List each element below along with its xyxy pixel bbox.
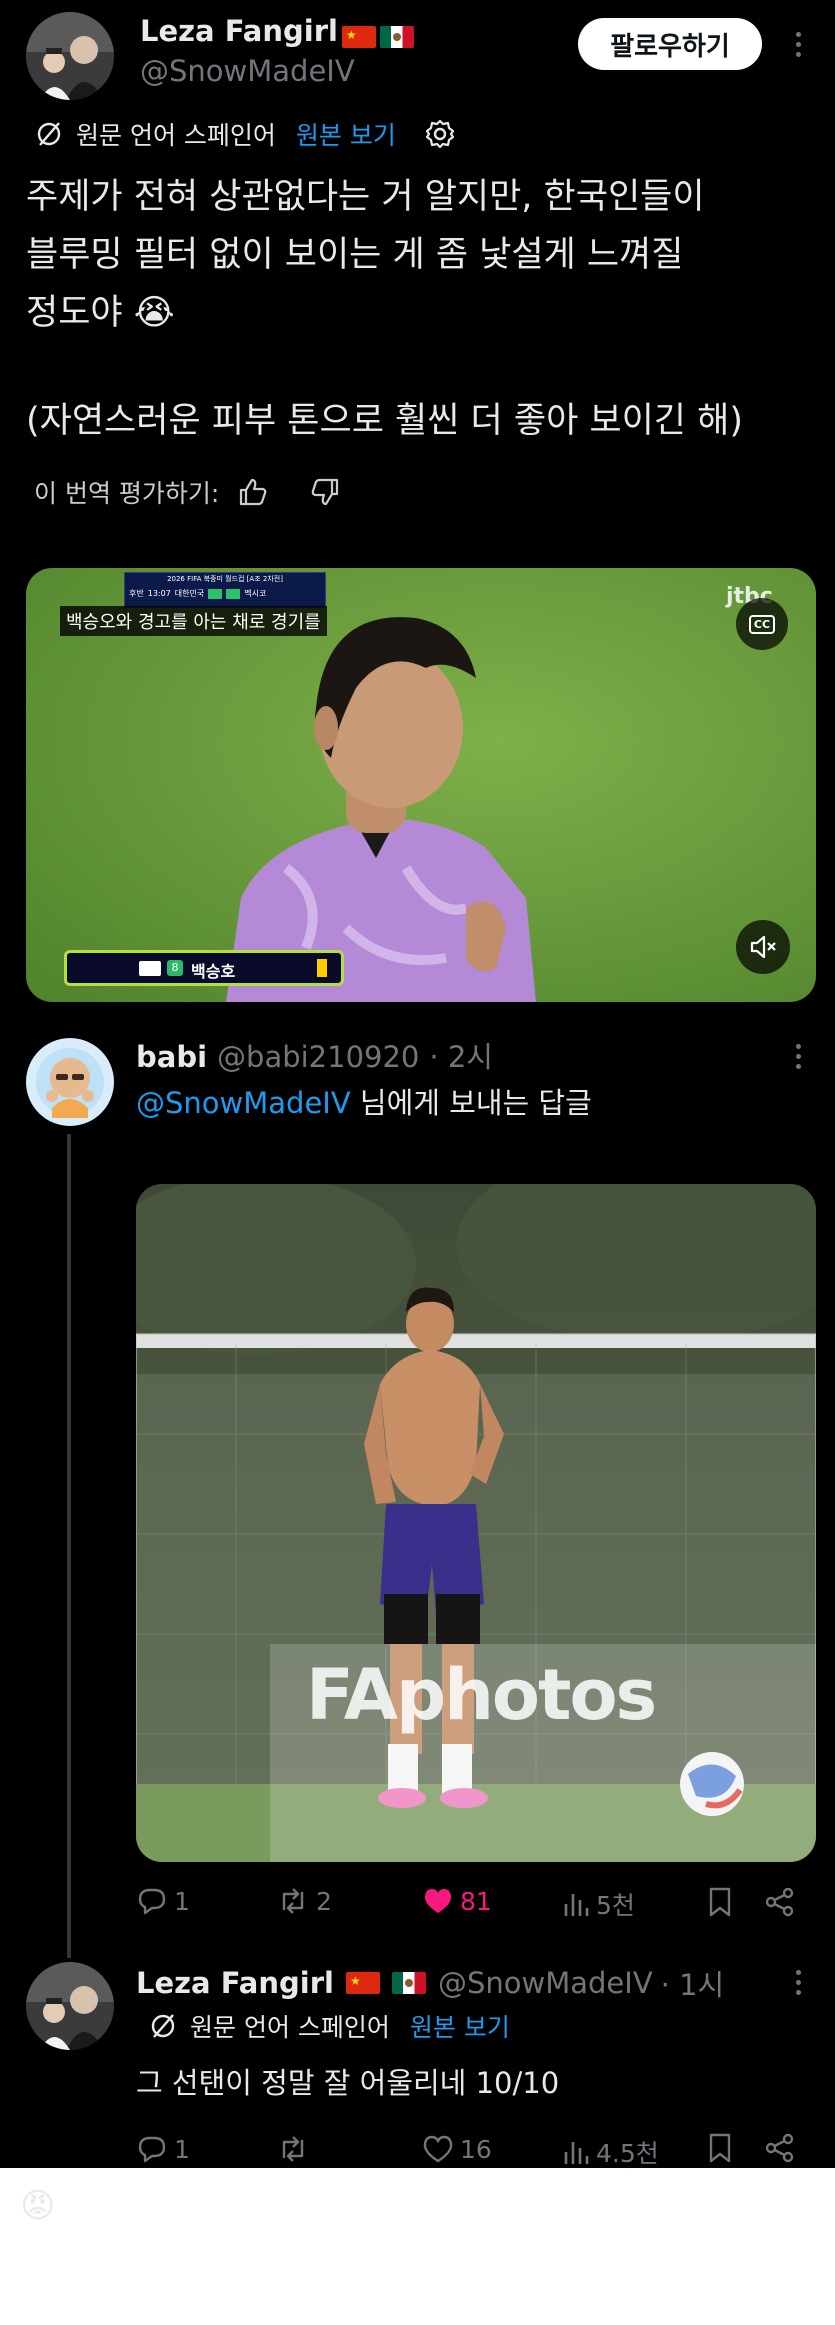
repost-button[interactable]: 2 bbox=[276, 1886, 332, 1916]
replying-to-suffix: 님에게 보내는 답글 bbox=[350, 1086, 592, 1120]
mexico-flag-icon bbox=[391, 1972, 426, 1994]
subtitle-caption: 백승오와 경고를 아는 채로 경기를 bbox=[60, 606, 327, 636]
cc-label: CC bbox=[748, 614, 776, 634]
footer-emoji: 😡 bbox=[20, 2186, 56, 2226]
handle[interactable]: @SnowMadeIV bbox=[140, 54, 355, 88]
display-name[interactable]: babi bbox=[136, 1040, 207, 1074]
cc-icon[interactable]: CC bbox=[736, 598, 788, 650]
tweet-text-line-2: 블루밍 필터 없이 보이는 게 좀 낯설게 느껴질 bbox=[26, 235, 684, 275]
more-icon[interactable] bbox=[786, 1970, 810, 1995]
china-flag-icon: ★ bbox=[345, 1972, 380, 1994]
video-player[interactable]: 2026 FIFA 북중미 월드컵 [A조 2차전] 후반 13:07 대한민국… bbox=[26, 568, 816, 1002]
like-count: 16 bbox=[460, 2134, 492, 2164]
views-button[interactable]: 5천 bbox=[562, 1886, 635, 1922]
translated-label: 원문 언어 스페인어 bbox=[190, 2013, 390, 2042]
tweet-text-line-1: 주제가 전혀 상관없다는 거 알지만, 한국인들이 bbox=[26, 177, 705, 217]
follow-button[interactable]: 팔로우하기 bbox=[578, 18, 762, 70]
like-count: 81 bbox=[460, 1886, 492, 1916]
photo-watermark: FAphotos bbox=[306, 1654, 657, 1736]
handle[interactable]: @SnowMadeIV bbox=[438, 1966, 653, 2000]
yellow-card-icon bbox=[317, 959, 327, 977]
rate-label: 이 번역 평가하기: bbox=[34, 479, 220, 508]
views-icon bbox=[564, 1894, 589, 1916]
views-icon bbox=[564, 2142, 589, 2164]
view-original-link[interactable]: 원본 보기 bbox=[296, 116, 396, 152]
mute-icon[interactable] bbox=[736, 920, 790, 974]
reply-photo[interactable]: FAphotos bbox=[136, 1184, 816, 1862]
more-icon[interactable] bbox=[786, 1044, 810, 1069]
display-name[interactable]: Leza Fangirl bbox=[136, 1966, 334, 2000]
bookmark-icon[interactable] bbox=[706, 2132, 734, 2164]
china-flag-icon: ★ bbox=[341, 25, 376, 48]
thumbs-down-icon[interactable] bbox=[309, 476, 341, 508]
views-count: 5천 bbox=[596, 1891, 635, 1920]
repost-count: 2 bbox=[316, 1886, 332, 1916]
player-number: 8 bbox=[167, 960, 183, 976]
translate-icon bbox=[151, 2014, 175, 2038]
reply-icon bbox=[138, 1888, 166, 1915]
reply-button[interactable]: 1 bbox=[136, 2134, 190, 2164]
photo-image bbox=[136, 1184, 816, 1862]
translate-icon bbox=[37, 122, 61, 146]
views-count: 4.5천 bbox=[596, 2139, 659, 2168]
display-name[interactable]: Leza Fangirl bbox=[140, 14, 338, 48]
scoreboard-team-b: 멕시코 bbox=[244, 589, 267, 598]
second-reply-author-line: Leza Fangirl ★ @SnowMadeIV · 1시 bbox=[136, 1962, 724, 2004]
player-lower-third: 8 백승호 bbox=[64, 950, 344, 986]
avatar[interactable] bbox=[26, 12, 114, 100]
handle[interactable]: @babi210920 bbox=[217, 1040, 419, 1074]
scoreboard-title: 2026 FIFA 북중미 월드컵 [A조 2차전] bbox=[167, 575, 283, 583]
share-icon[interactable] bbox=[764, 2132, 796, 2164]
gear-icon[interactable] bbox=[424, 118, 456, 150]
thread-line bbox=[67, 1134, 71, 1958]
more-icon[interactable] bbox=[786, 32, 810, 57]
view-original-link[interactable]: 원본 보기 bbox=[410, 2008, 510, 2044]
like-button[interactable]: 81 bbox=[422, 1886, 492, 1916]
repost-button[interactable] bbox=[276, 2134, 316, 2164]
like-icon bbox=[423, 2135, 453, 2163]
app-screen: Leza Fangirl ★ @SnowMadeIV 팔로우하기 원문 언어 스페… bbox=[0, 0, 835, 2168]
tweet-text-line-3: 정도야 😭 bbox=[26, 293, 175, 333]
share-icon[interactable] bbox=[764, 1886, 796, 1918]
korea-flag-icon bbox=[139, 961, 161, 976]
views-button[interactable]: 4.5천 bbox=[562, 2134, 659, 2168]
reply-author-line: babi @babi210920 · 2시 bbox=[136, 1034, 493, 1076]
translation-row: 원문 언어 스페인어 원본 보기 bbox=[34, 116, 456, 152]
like-icon bbox=[424, 1889, 452, 1913]
mention-link[interactable]: @SnowMadeIV bbox=[136, 1086, 351, 1120]
translation-row: 원문 언어 스페인어 원본 보기 bbox=[148, 2008, 510, 2044]
author-line: Leza Fangirl ★ bbox=[140, 14, 414, 48]
reply-count: 1 bbox=[174, 2134, 190, 2164]
player-name: 백승호 bbox=[191, 962, 236, 981]
tweet-text-line-4: (자연스러운 피부 톤으로 훨씬 더 좋아 보이긴 해) bbox=[26, 401, 743, 441]
mexico-flag-icon bbox=[379, 25, 414, 48]
reply-count: 1 bbox=[174, 1886, 190, 1916]
thumbs-up-icon[interactable] bbox=[237, 476, 269, 508]
scoreboard-team-a: 대한민국 bbox=[174, 589, 205, 598]
reply-icon bbox=[138, 2136, 166, 2163]
bookmark-icon[interactable] bbox=[706, 1886, 734, 1918]
repost-icon bbox=[282, 2136, 304, 2162]
reply-button[interactable]: 1 bbox=[136, 1886, 190, 1916]
translated-label: 원문 언어 스페인어 bbox=[76, 121, 276, 150]
timestamp[interactable]: · 2시 bbox=[429, 1034, 493, 1076]
replying-to: @SnowMadeIV 님에게 보내는 답글 bbox=[136, 1080, 592, 1122]
scoreboard: 2026 FIFA 북중미 월드컵 [A조 2차전] 후반 13:07 대한민국… bbox=[124, 572, 326, 608]
avatar[interactable] bbox=[26, 1038, 114, 1126]
avatar[interactable] bbox=[26, 1962, 114, 2050]
repost-icon bbox=[282, 1888, 304, 1914]
scoreboard-period: 후반 bbox=[129, 589, 144, 598]
like-button[interactable]: 16 bbox=[422, 2134, 492, 2164]
second-reply-text: 그 선탠이 정말 잘 어울리네 10/10 bbox=[136, 2066, 560, 2100]
scoreboard-time: 13:07 bbox=[147, 589, 171, 598]
rate-translation-row: 이 번역 평가하기: bbox=[34, 474, 341, 510]
timestamp[interactable]: · 1시 bbox=[661, 1962, 725, 2004]
